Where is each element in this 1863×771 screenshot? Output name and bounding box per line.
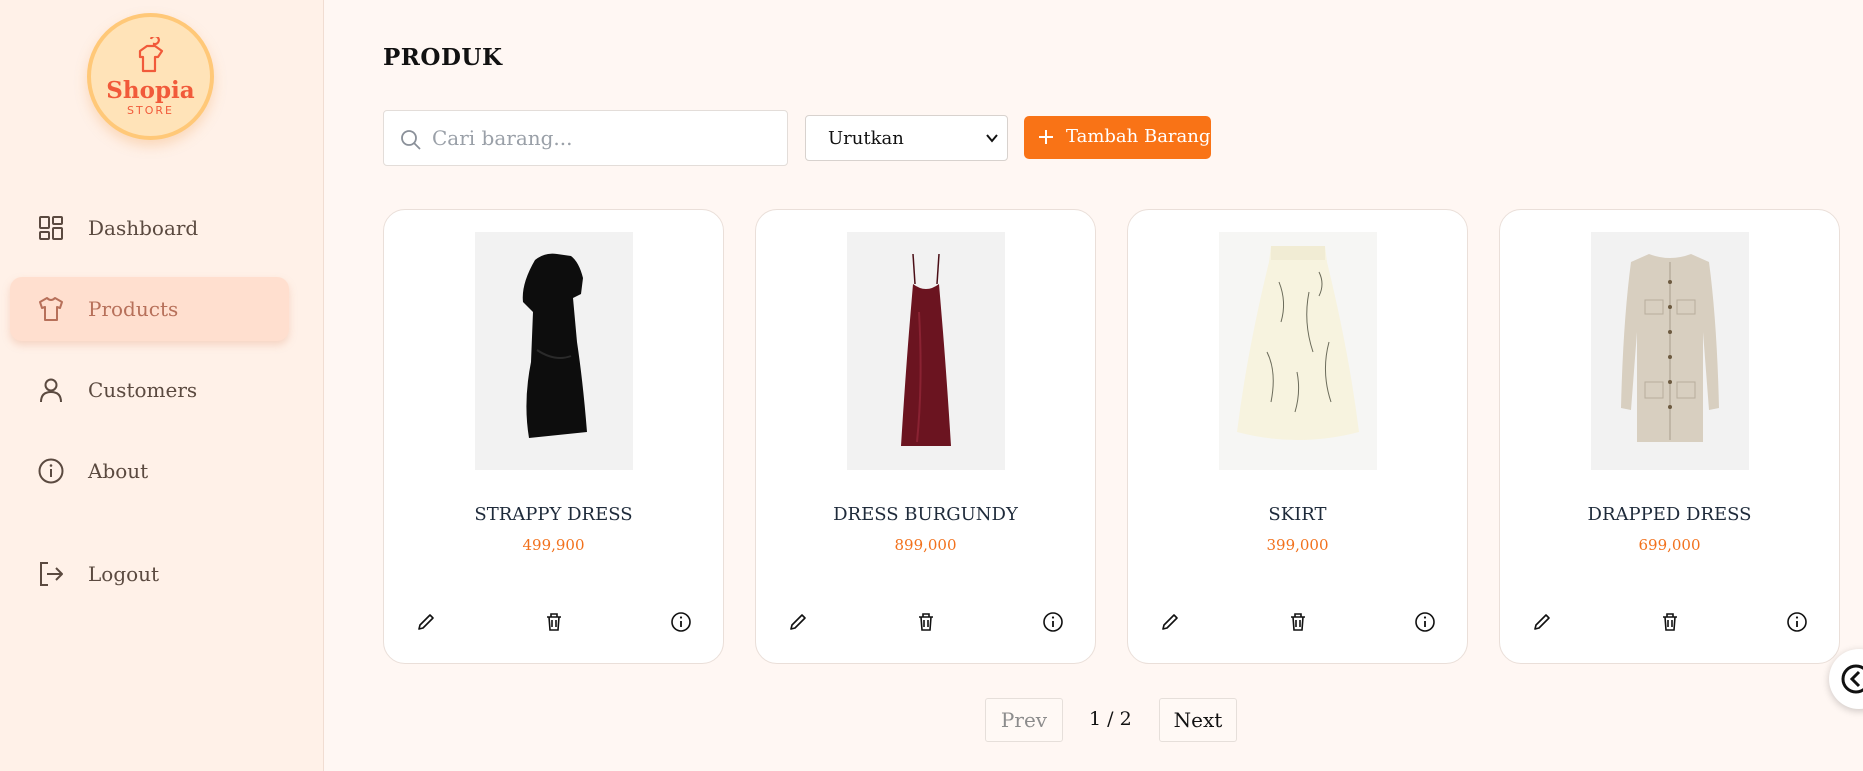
- plus-icon: [1039, 130, 1053, 144]
- sidebar-item-label: Logout: [88, 562, 160, 586]
- product-name: STRAPPY DRESS: [474, 504, 633, 525]
- next-page-button[interactable]: Next: [1159, 698, 1237, 742]
- brand-subtitle: STORE: [127, 104, 174, 117]
- sidebar-item-label: Dashboard: [88, 216, 199, 240]
- product-card[interactable]: SKIRT 399,000: [1127, 209, 1468, 664]
- delete-trash-icon[interactable]: [1658, 610, 1682, 634]
- product-card[interactable]: DRAPPED DRESS 699,000: [1499, 209, 1840, 664]
- product-name: DRAPPED DRESS: [1587, 504, 1752, 525]
- add-item-label: Tambah Barang: [1066, 126, 1211, 147]
- sidebar-item-label: About: [88, 459, 149, 483]
- product-price: 399,000: [1266, 536, 1329, 554]
- delete-trash-icon[interactable]: [1286, 610, 1310, 634]
- logout-icon: [40, 562, 63, 586]
- main-content: PRODUK Urutkan Tambah Barang STRAPPY DRE…: [325, 0, 1863, 771]
- product-name: SKIRT: [1268, 504, 1327, 525]
- burgundy-slip-dress-icon: [901, 253, 951, 446]
- product-card[interactable]: STRAPPY DRESS 499,900: [383, 209, 724, 664]
- info-icon[interactable]: [1041, 610, 1065, 634]
- brand-logo[interactable]: Shopia STORE: [87, 13, 214, 140]
- info-icon[interactable]: [1785, 610, 1809, 634]
- product-price: 499,900: [522, 536, 585, 554]
- sidebar-item-about[interactable]: About: [10, 439, 289, 503]
- product-name: DRESS BURGUNDY: [833, 504, 1018, 525]
- sidebar-item-dashboard[interactable]: Dashboard: [10, 196, 289, 260]
- add-item-button[interactable]: Tambah Barang: [1024, 116, 1211, 159]
- beige-knit-dress-icon: [1621, 254, 1719, 442]
- search-input[interactable]: [432, 121, 772, 155]
- product-price: 899,000: [894, 536, 957, 554]
- sidebar-item-label: Customers: [88, 378, 198, 402]
- info-icon[interactable]: [1413, 610, 1437, 634]
- sidebar: Shopia STORE Dashboard Products Customer…: [0, 0, 324, 771]
- dashboard-grid-icon: [39, 216, 63, 240]
- page-title: PRODUK: [383, 44, 503, 71]
- product-image: [475, 232, 633, 470]
- floral-skirt-icon: [1237, 246, 1359, 440]
- prev-page-button[interactable]: Prev: [985, 698, 1063, 742]
- user-icon: [40, 378, 62, 403]
- sidebar-item-label: Products: [88, 297, 179, 321]
- brand-name: Shopia: [106, 77, 195, 104]
- chevron-down-icon: [986, 134, 998, 143]
- delete-trash-icon[interactable]: [542, 610, 566, 634]
- sort-select[interactable]: Urutkan: [805, 115, 1008, 161]
- product-image: [1591, 232, 1749, 470]
- sidebar-item-logout[interactable]: Logout: [10, 542, 289, 606]
- search-box: [383, 110, 788, 166]
- product-image: [847, 232, 1005, 470]
- sidebar-item-products[interactable]: Products: [10, 277, 289, 341]
- black-dress-icon: [522, 253, 587, 438]
- page-indicator: 1 / 2: [1089, 708, 1132, 730]
- sort-selected-value: Urutkan: [828, 127, 904, 149]
- tshirt-icon: [39, 297, 63, 321]
- info-icon[interactable]: [669, 610, 693, 634]
- edit-pencil-icon[interactable]: [414, 610, 438, 634]
- accessibility-icon: [1841, 664, 1863, 694]
- delete-trash-icon[interactable]: [914, 610, 938, 634]
- edit-pencil-icon[interactable]: [1158, 610, 1182, 634]
- product-price: 699,000: [1638, 536, 1701, 554]
- sidebar-item-customers[interactable]: Customers: [10, 358, 289, 422]
- info-icon: [38, 458, 64, 484]
- product-image: [1219, 232, 1377, 470]
- edit-pencil-icon[interactable]: [1530, 610, 1554, 634]
- product-card[interactable]: DRESS BURGUNDY 899,000: [755, 209, 1096, 664]
- hanger-shirt-icon: [138, 35, 163, 73]
- search-icon: [401, 130, 421, 150]
- edit-pencil-icon[interactable]: [786, 610, 810, 634]
